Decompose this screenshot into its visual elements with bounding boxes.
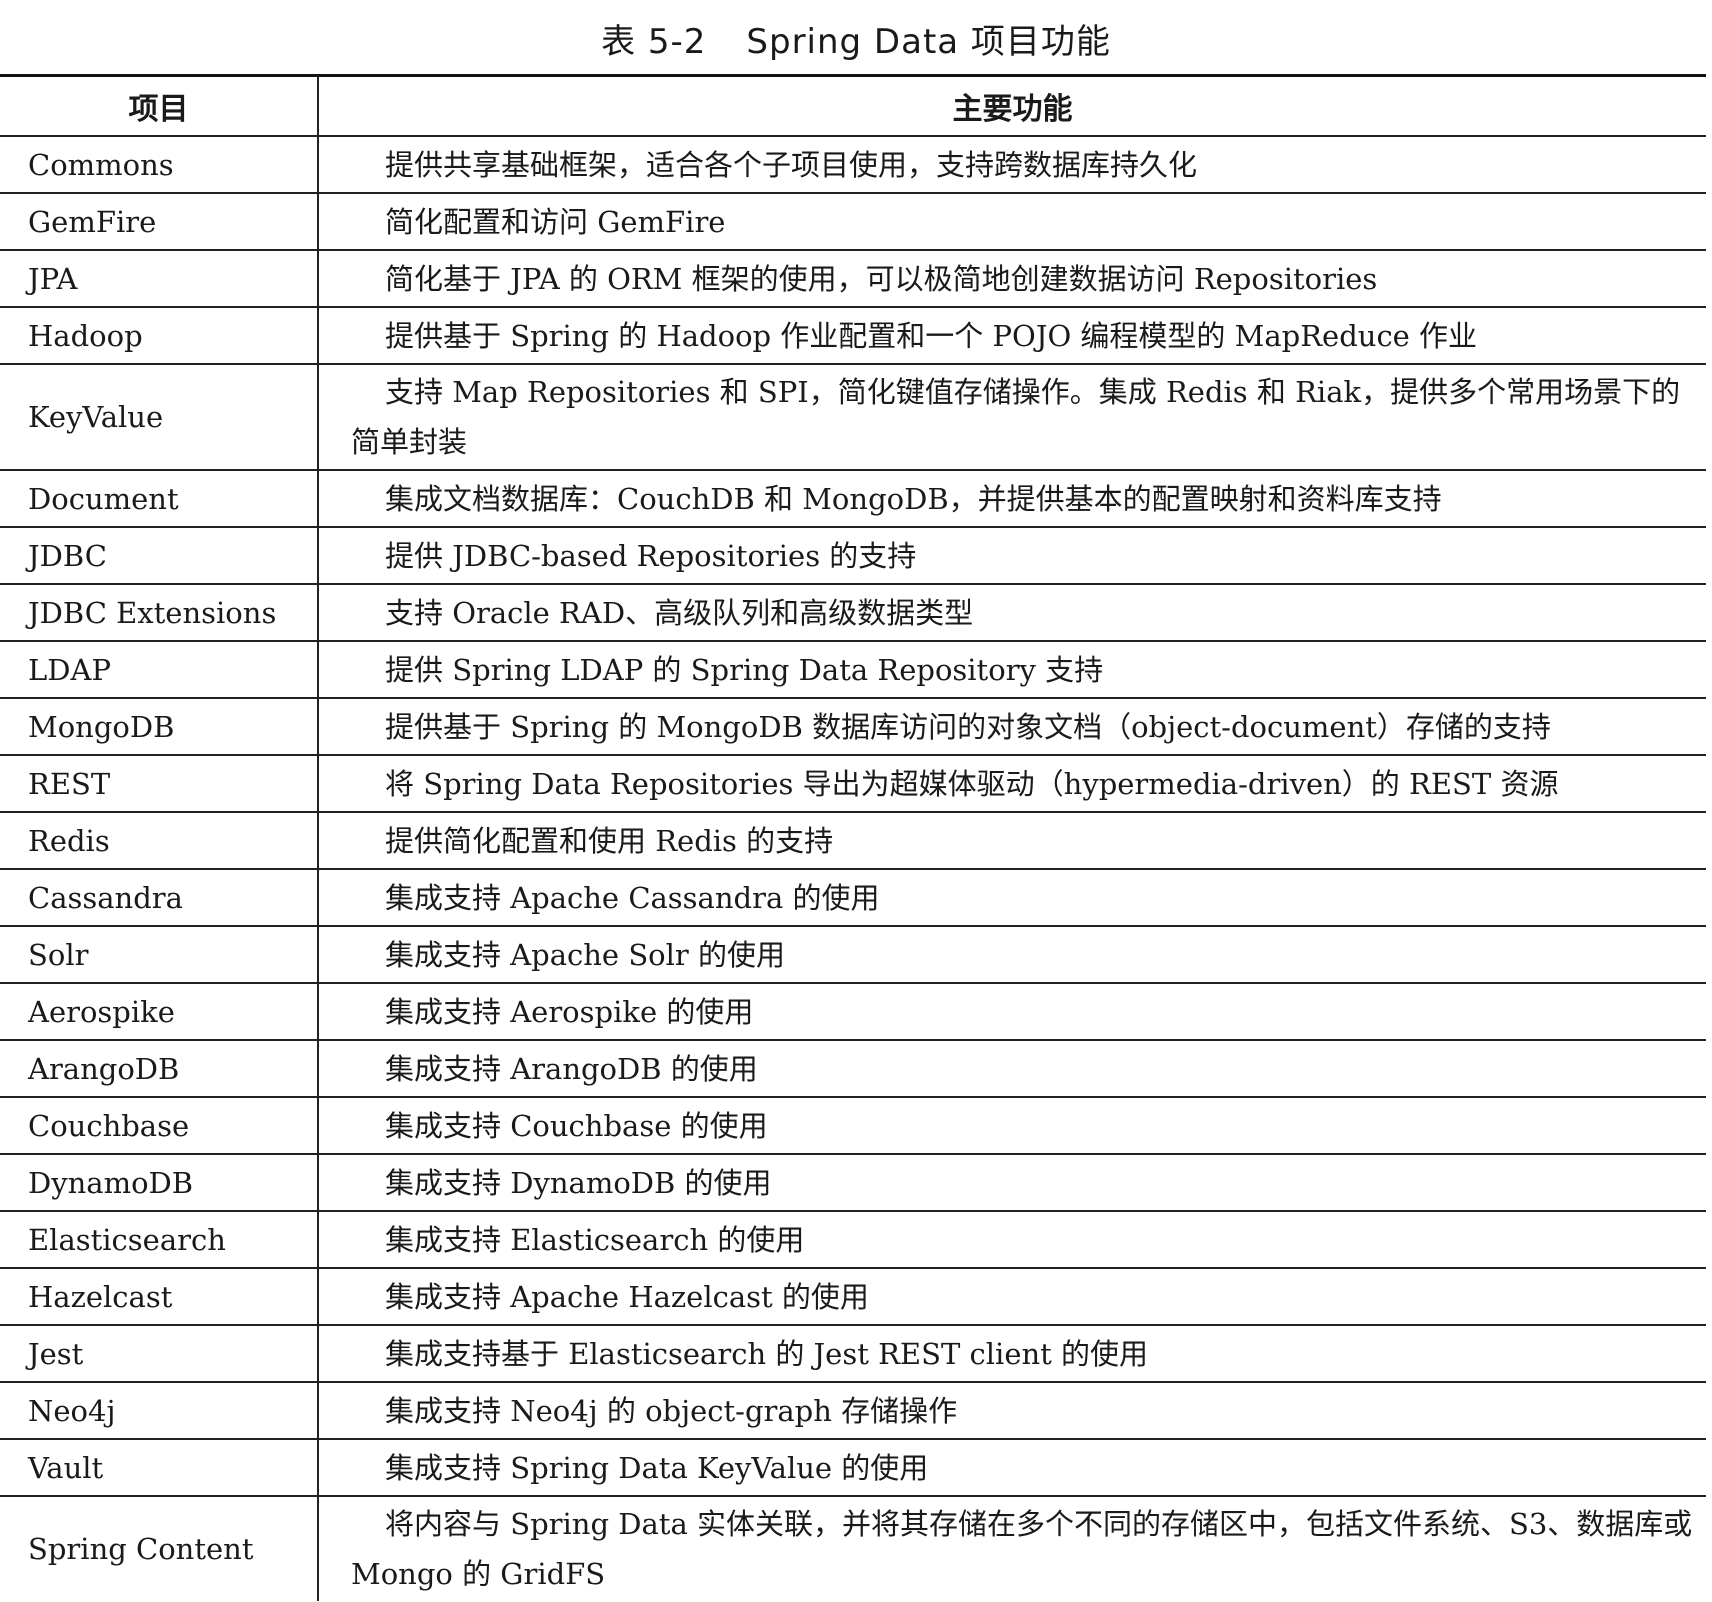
table-row: Jest 集成支持基于 Elasticsearch 的 Jest REST cli… bbox=[0, 1325, 1706, 1383]
table-caption: 表 5-2 Spring Data 项目功能 bbox=[0, 14, 1712, 70]
project-name-cell: GemFire bbox=[0, 193, 319, 251]
project-function-cell: 集成文档数据库：CouchDB 和 MongoDB，并提供基本的配置映射和资料库… bbox=[318, 470, 1706, 528]
project-function-cell: 提供 Spring LDAP 的 Spring Data Repository … bbox=[318, 641, 1706, 699]
project-function-cell: 提供共享基础框架，适合各个子项目使用，支持跨数据库持久化 bbox=[318, 136, 1706, 194]
table-row: Vault 集成支持 Spring Data KeyValue 的使用 bbox=[0, 1439, 1706, 1497]
project-function-cell: 集成支持基于 Elasticsearch 的 Jest REST client … bbox=[318, 1325, 1706, 1383]
project-function-cell: 支持 Map Repositories 和 SPI，简化键值存储操作。集成 Re… bbox=[318, 364, 1706, 471]
project-name-cell: ArangoDB bbox=[0, 1040, 319, 1098]
table-row: REST 将 Spring Data Repositories 导出为超媒体驱动（… bbox=[0, 755, 1706, 813]
project-name-cell: Jest bbox=[0, 1325, 319, 1383]
table-row: Redis 提供简化配置和使用 Redis 的支持 bbox=[0, 812, 1706, 870]
table-row: ArangoDB 集成支持 ArangoDB 的使用 bbox=[0, 1040, 1706, 1098]
project-function-cell: 简化基于 JPA 的 ORM 框架的使用，可以极简地创建数据访问 Reposit… bbox=[318, 250, 1706, 308]
project-function-cell: 将内容与 Spring Data 实体关联，并将其存储在多个不同的存储区中，包括… bbox=[351, 1507, 1693, 1591]
project-name-cell: JPA bbox=[0, 250, 319, 308]
project-function-cell: 集成支持 DynamoDB 的使用 bbox=[318, 1154, 1706, 1212]
project-name-cell: REST bbox=[0, 755, 319, 813]
table-row: Neo4j 集成支持 Neo4j 的 object-graph 存储操作 bbox=[0, 1382, 1706, 1440]
project-name-cell: Spring Content bbox=[0, 1496, 319, 1601]
project-function-cell: 集成支持 Couchbase 的使用 bbox=[318, 1097, 1706, 1155]
table-row: JDBC 提供 JDBC-based Repositories 的支持 bbox=[0, 527, 1706, 585]
table-number: 表 5-2 bbox=[601, 22, 707, 62]
table-row: Solr 集成支持 Apache Solr 的使用 bbox=[0, 926, 1706, 984]
project-function-cell: 集成支持 Apache Solr 的使用 bbox=[318, 926, 1706, 984]
project-function-cell: 提供 JDBC-based Repositories 的支持 bbox=[318, 527, 1706, 585]
column-header-function: 主要功能 bbox=[318, 74, 1706, 137]
project-function-cell: 支持 Oracle RAD、高级队列和高级数据类型 bbox=[318, 584, 1706, 642]
project-name-cell: Hadoop bbox=[0, 307, 319, 365]
table-row: Hazelcast 集成支持 Apache Hazelcast 的使用 bbox=[0, 1268, 1706, 1326]
project-name-cell: JDBC bbox=[0, 527, 319, 585]
table-row: JDBC Extensions 支持 Oracle RAD、高级队列和高级数据类型 bbox=[0, 584, 1706, 642]
project-name-cell: Document bbox=[0, 470, 319, 528]
project-name-cell: Vault bbox=[0, 1439, 319, 1497]
column-header-project: 项目 bbox=[0, 74, 319, 137]
table-row: Commons 提供共享基础框架，适合各个子项目使用，支持跨数据库持久化 bbox=[0, 136, 1706, 194]
table-row: Couchbase 集成支持 Couchbase 的使用 bbox=[0, 1097, 1706, 1155]
project-name-cell: Aerospike bbox=[0, 983, 319, 1041]
table-row: Elasticsearch 集成支持 Elasticsearch 的使用 bbox=[0, 1211, 1706, 1269]
table-row: LDAP 提供 Spring LDAP 的 Spring Data Reposit… bbox=[0, 641, 1706, 699]
table-row: Spring Content 将内容与 Spring Data 实体关联，并将其存… bbox=[0, 1496, 1706, 1601]
project-name-cell: Redis bbox=[0, 812, 319, 870]
project-name-cell: JDBC Extensions bbox=[0, 584, 319, 642]
project-name-cell: Commons bbox=[0, 136, 319, 194]
table-row: Aerospike 集成支持 Aerospike 的使用 bbox=[0, 983, 1706, 1041]
project-name-cell: KeyValue bbox=[0, 364, 319, 471]
project-function-cell: 集成支持 Spring Data KeyValue 的使用 bbox=[318, 1439, 1706, 1497]
project-name-cell: Hazelcast bbox=[0, 1268, 319, 1326]
project-function-cell: 集成支持 ArangoDB 的使用 bbox=[318, 1040, 1706, 1098]
project-function-cell: 集成支持 Apache Hazelcast 的使用 bbox=[318, 1268, 1706, 1326]
table-title: Spring Data 项目功能 bbox=[746, 22, 1111, 62]
project-function-cell: 将 Spring Data Repositories 导出为超媒体驱动（hype… bbox=[318, 755, 1706, 813]
table-row: MongoDB 提供基于 Spring 的 MongoDB 数据库访问的对象文档（… bbox=[0, 698, 1706, 756]
table-header-row: 项目 主要功能 bbox=[0, 74, 1706, 137]
project-function-cell: 简化配置和访问 GemFire bbox=[318, 193, 1706, 251]
table-row: DynamoDB 集成支持 DynamoDB 的使用 bbox=[0, 1154, 1706, 1212]
table-row: KeyValue 支持 Map Repositories 和 SPI，简化键值存储… bbox=[0, 364, 1706, 471]
table-row: Document 集成文档数据库：CouchDB 和 MongoDB，并提供基本的… bbox=[0, 470, 1706, 528]
table-row: Hadoop 提供基于 Spring 的 Hadoop 作业配置和一个 POJO … bbox=[0, 307, 1706, 365]
project-name-cell: DynamoDB bbox=[0, 1154, 319, 1212]
project-name-cell: LDAP bbox=[0, 641, 319, 699]
table-row: JPA 简化基于 JPA 的 ORM 框架的使用，可以极简地创建数据访问 Repo… bbox=[0, 250, 1706, 308]
project-name-cell: MongoDB bbox=[0, 698, 319, 756]
project-function-cell: 提供基于 Spring 的 Hadoop 作业配置和一个 POJO 编程模型的 … bbox=[318, 307, 1706, 365]
project-function-cell: 集成支持 Elasticsearch 的使用 bbox=[318, 1211, 1706, 1269]
table-row: Cassandra 集成支持 Apache Cassandra 的使用 bbox=[0, 869, 1706, 927]
spring-data-projects-table: 项目 主要功能 Commons 提供共享基础框架，适合各个子项目使用，支持跨数据库… bbox=[0, 74, 1706, 1601]
project-function-cell: 集成支持 Aerospike 的使用 bbox=[318, 983, 1706, 1041]
project-function-cell: 集成支持 Neo4j 的 object-graph 存储操作 bbox=[318, 1382, 1706, 1440]
table-row: GemFire 简化配置和访问 GemFire bbox=[0, 193, 1706, 251]
project-function-cell: 集成支持 Apache Cassandra 的使用 bbox=[318, 869, 1706, 927]
project-function-cell: 提供简化配置和使用 Redis 的支持 bbox=[318, 812, 1706, 870]
project-name-cell: Cassandra bbox=[0, 869, 319, 927]
table-body: Commons 提供共享基础框架，适合各个子项目使用，支持跨数据库持久化 GemFi… bbox=[0, 136, 1706, 1601]
project-name-cell: Elasticsearch bbox=[0, 1211, 319, 1269]
project-name-cell: Couchbase bbox=[0, 1097, 319, 1155]
project-function-cell: 提供基于 Spring 的 MongoDB 数据库访问的对象文档（object-… bbox=[318, 698, 1706, 756]
project-name-cell: Neo4j bbox=[0, 1382, 319, 1440]
project-name-cell: Solr bbox=[0, 926, 319, 984]
